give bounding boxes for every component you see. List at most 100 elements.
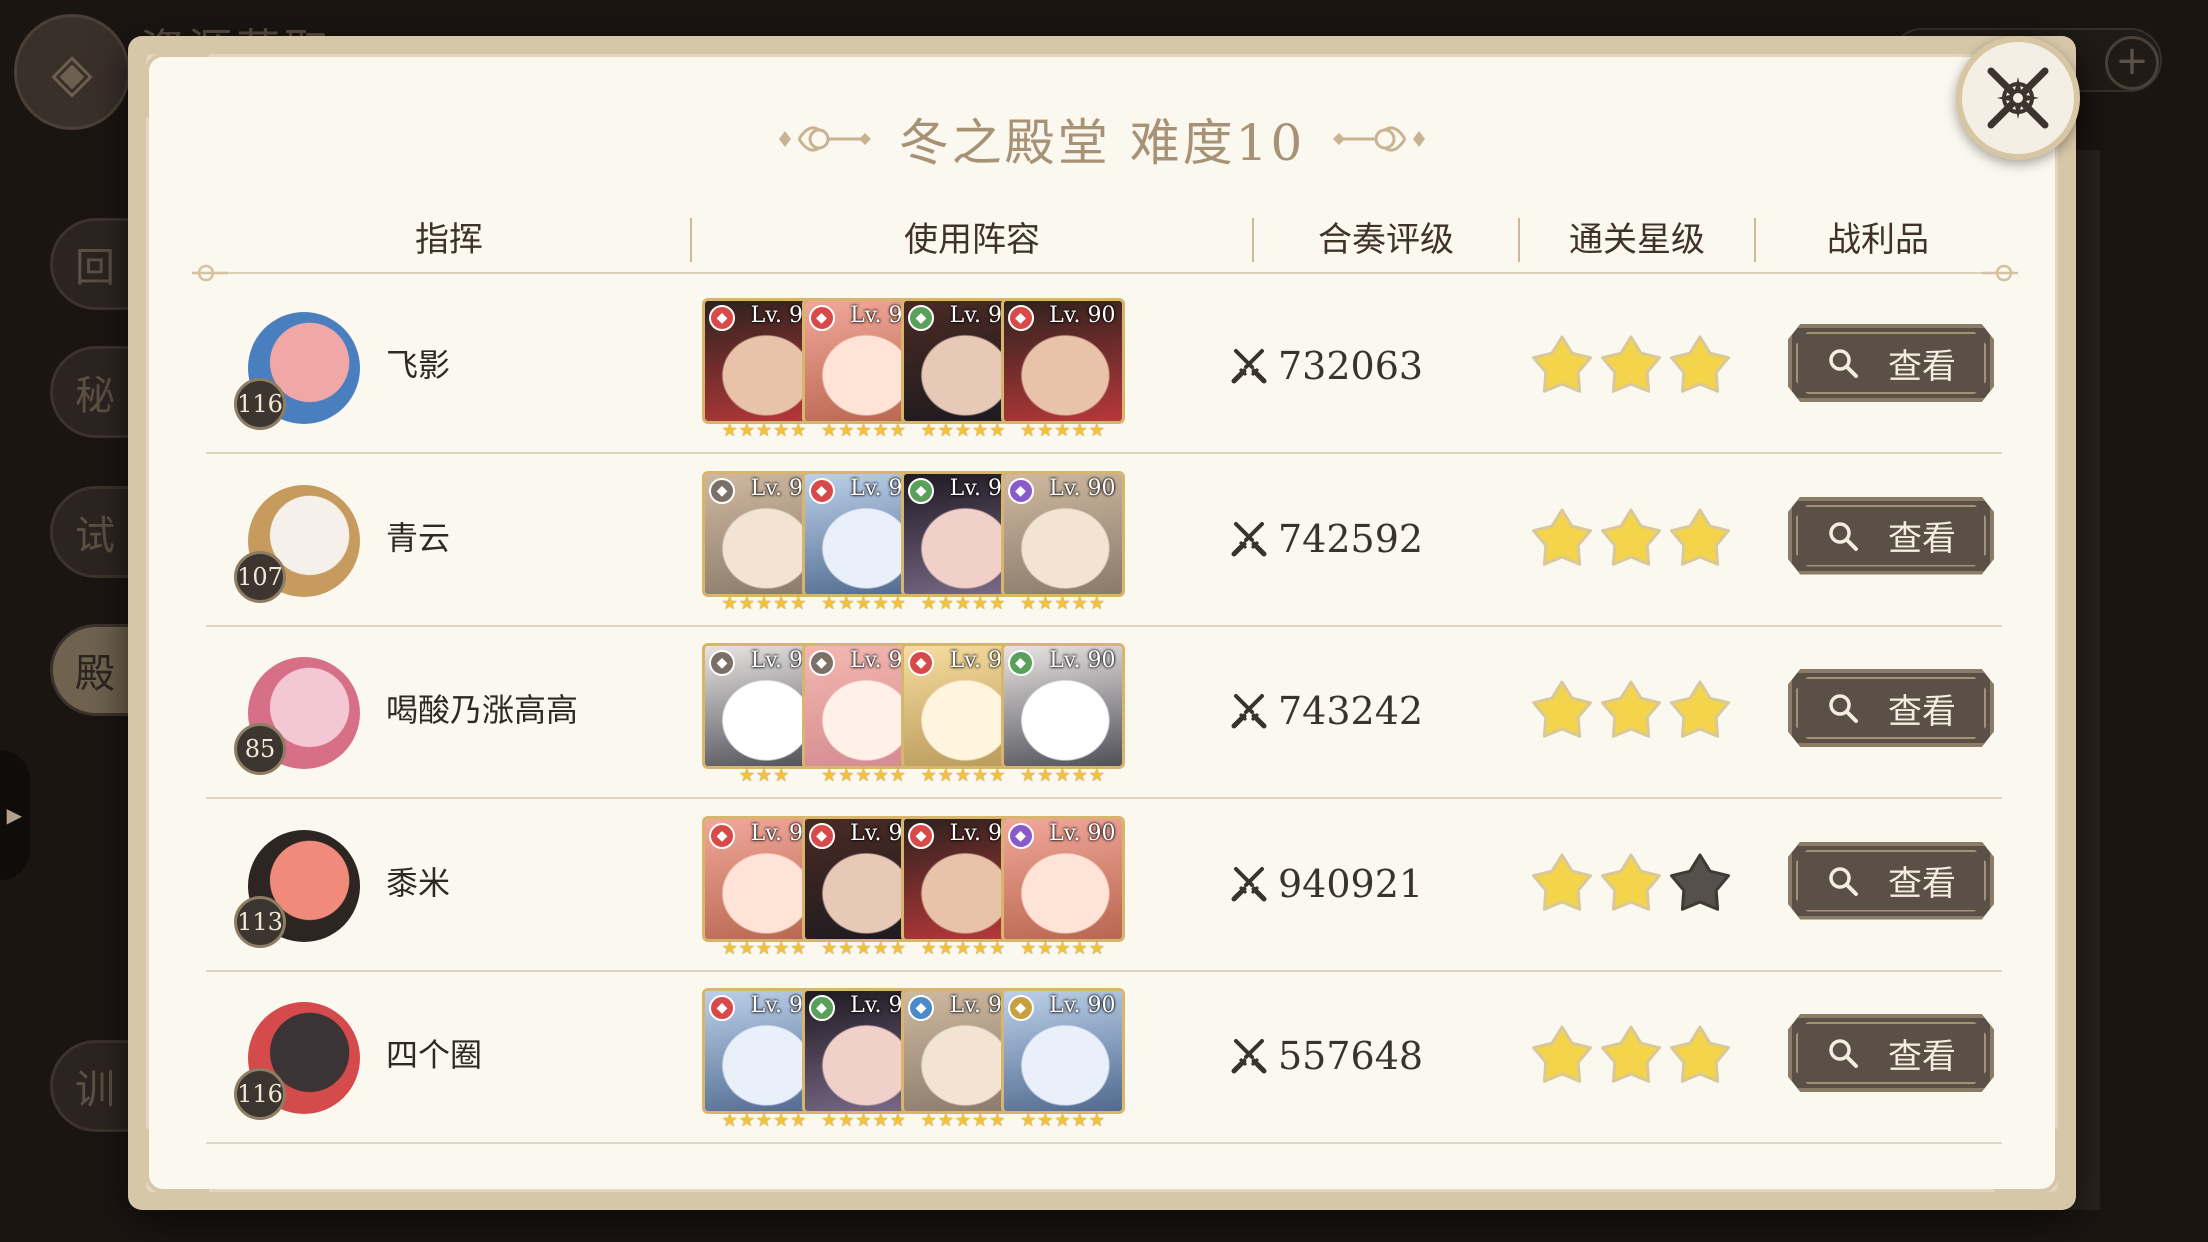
rarity-star-icon: ★ — [954, 1110, 972, 1131]
rating-value: 742592 — [1278, 516, 1424, 561]
record-row: 116 四个圈 ◆ Lv. 90 ★ ★ ★ ★ ★ ◆ Lv. 90 ★ ★ ★ ★ ★ ◆ Lv. 90 ★ ★ ★… — [206, 972, 2002, 1144]
player-name: 黍米 — [386, 863, 451, 902]
view-loot-button[interactable]: 查看 — [1788, 841, 1994, 920]
rarity-star-icon: ★ — [1037, 937, 1054, 959]
rarity-star-icon: ★ — [1054, 420, 1071, 441]
team-lineup: ◆ Lv. 90 ★ ★ ★ ★ ★ ◆ Lv. 90 ★ ★ ★ ★ ★ ◆ Lv. 90 ★ ★ ★ ★ ★ ◆ Lv.… — [702, 988, 1125, 1134]
view-loot-button[interactable]: 查看 — [1788, 1014, 1994, 1092]
rarity-star-icon: ★ — [838, 937, 855, 959]
rarity-star-icon: ★ — [920, 937, 937, 959]
view-loot-button[interactable]: 查看 — [1788, 669, 1994, 747]
record-row: 116 飞影 ◆ Lv. 90 ★ ★ ★ ★ ★ ◆ Lv. 90 ★ ★ ★ ★ ★ ◆ Lv. 90 ★ ★ ★ ★… — [206, 282, 2002, 454]
crossed-swords-icon — [1231, 1039, 1267, 1074]
rarity-star-icon: ★ — [755, 937, 773, 959]
character-card[interactable]: ◆ Lv. 90 — [1000, 643, 1125, 769]
rarity-star-icon: ★ — [1071, 765, 1088, 786]
star-filled-icon — [1532, 853, 1592, 911]
star-filled-icon — [1601, 335, 1661, 393]
team-lineup: ◆ Lv. 90 ★ ★ ★ ★ ★ ◆ Lv. 90 ★ ★ ★ ★ ★ ◆ Lv. 90 ★ ★ ★ ★ ★ ◆ Lv.… — [702, 470, 1125, 617]
view-loot-button[interactable]: 查看 — [1788, 324, 1994, 402]
title-right-ornament-icon — [1333, 126, 1426, 152]
rarity-star-icon: ★ — [1020, 420, 1037, 441]
element-icon: ◆ — [1007, 305, 1034, 331]
character-card[interactable]: ◆ Lv. 90 — [1000, 298, 1125, 424]
element-icon: ◆ — [808, 477, 835, 504]
rating-value: 557648 — [1278, 1034, 1424, 1078]
rarity-star-icon: ★ — [821, 592, 838, 614]
search-icon — [1829, 349, 1858, 378]
rarity-star-icon: ★ — [773, 937, 790, 959]
team-lineup: ◆ Lv. 90 ★ ★ ★ ◆ Lv. 90 ★ ★ ★ ★ ★ ◆ Lv. 90 ★ ★ ★ ★ ★ ◆ Lv. 9… — [702, 643, 1125, 789]
view-loot-button[interactable]: 查看 — [1788, 496, 1994, 575]
star-filled-icon — [1670, 1025, 1730, 1083]
rarity-star-icon: ★ — [1088, 937, 1105, 959]
element-icon: ◆ — [709, 650, 735, 676]
rarity-star-icon: ★ — [937, 420, 954, 441]
character-card[interactable]: ◆ Lv. 90 — [1000, 815, 1125, 942]
rarity-star-icon: ★ — [773, 765, 790, 786]
rarity-star-icon: ★ — [937, 937, 954, 959]
player-name: 青云 — [386, 518, 451, 557]
search-icon — [1829, 1039, 1858, 1068]
rarity-star-icon: ★ — [1054, 765, 1071, 786]
player-name: 喝酸乃涨高高 — [386, 691, 579, 729]
rarity-star-icon: ★ — [1088, 592, 1105, 614]
player-level-badge: 116 — [234, 378, 286, 430]
modal-title-bar: 冬之殿堂 难度10 — [128, 104, 2076, 174]
clear-stars — [1532, 853, 1730, 911]
ensemble-rating: 743242 — [1230, 689, 1423, 733]
clear-stars — [1532, 508, 1730, 566]
character-card[interactable]: ◆ Lv. 90 — [1000, 470, 1125, 597]
rarity-star-icon: ★ — [1054, 937, 1071, 959]
element-icon: ◆ — [1007, 650, 1034, 676]
rarity-star-icon: ★ — [755, 1110, 773, 1131]
character-card[interactable]: ◆ Lv. 90 — [1000, 988, 1125, 1114]
close-icon — [1987, 67, 2049, 129]
star-filled-icon — [1670, 680, 1730, 738]
search-icon — [1829, 694, 1858, 723]
rarity-star-icon: ★ — [1071, 1110, 1088, 1131]
ensemble-rating: 557648 — [1230, 1034, 1423, 1078]
team-lineup: ◆ Lv. 90 ★ ★ ★ ★ ★ ◆ Lv. 90 ★ ★ ★ ★ ★ ◆ Lv. 90 ★ ★ ★ ★ ★ ◆ Lv.… — [702, 815, 1125, 962]
element-icon: ◆ — [908, 477, 934, 504]
rarity-star-icon: ★ — [1037, 592, 1054, 614]
view-button-label: 查看 — [1888, 1036, 1956, 1077]
rarity-star-icon: ★ — [855, 937, 872, 959]
close-button[interactable] — [1956, 36, 2080, 160]
rarity-star-icon: ★ — [1088, 765, 1105, 786]
character-rarity-stars: ★ ★ ★ ★ ★ — [1001, 420, 1125, 442]
view-button-label: 查看 — [1888, 691, 1956, 732]
rarity-star-icon: ★ — [954, 937, 972, 959]
star-filled-icon — [1532, 680, 1592, 738]
rarity-star-icon: ★ — [755, 592, 773, 614]
player-level-badge: 107 — [234, 550, 286, 603]
rarity-star-icon: ★ — [821, 420, 838, 441]
rarity-star-icon: ★ — [821, 937, 838, 959]
character-level: Lv. 90 — [1049, 648, 1116, 673]
table-header: 指挥 使用阵容 合奏评级 通关星级 战利品 — [208, 206, 2000, 266]
side-arrow-icon[interactable]: ▶ — [0, 750, 30, 880]
star-empty-icon — [1670, 853, 1730, 911]
column-header-loot: 战利品 — [1827, 219, 1929, 260]
column-header-team: 使用阵容 — [904, 219, 1040, 260]
rarity-star-icon: ★ — [773, 592, 790, 614]
rarity-star-icon: ★ — [773, 420, 790, 441]
rarity-star-icon: ★ — [972, 1110, 989, 1131]
rarity-star-icon: ★ — [920, 420, 937, 441]
rarity-star-icon: ★ — [1071, 592, 1088, 614]
rarity-star-icon: ★ — [1088, 420, 1105, 441]
element-icon: ◆ — [1007, 477, 1034, 504]
element-icon: ◆ — [808, 995, 835, 1021]
corner-ornament — [145, 1129, 209, 1193]
crossed-swords-icon — [1231, 866, 1267, 901]
element-icon: ◆ — [1007, 995, 1034, 1021]
character-level: Lv. 90 — [1049, 475, 1116, 501]
view-button-label: 查看 — [1888, 346, 1956, 387]
rarity-star-icon: ★ — [773, 1110, 790, 1131]
clear-stars — [1532, 335, 1730, 393]
rarity-star-icon: ★ — [838, 765, 855, 786]
character-rarity-stars: ★ ★ ★ ★ ★ — [1001, 765, 1125, 787]
search-icon — [1829, 521, 1858, 551]
add-currency-icon[interactable]: + — [2105, 36, 2159, 90]
record-row: 85 喝酸乃涨高高 ◆ Lv. 90 ★ ★ ★ ◆ Lv. 90 ★ ★ ★ ★ ★ ◆ Lv. 90 ★ ★ ★… — [206, 627, 2002, 799]
